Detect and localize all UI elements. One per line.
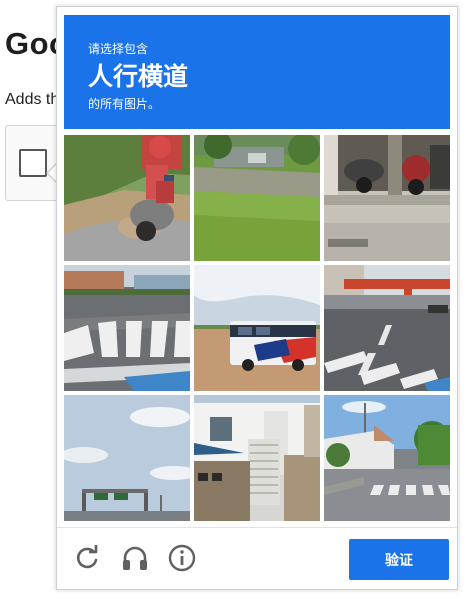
headphones-icon[interactable]	[120, 543, 150, 573]
instruction-line1: 请选择包含	[88, 42, 149, 56]
image-tile-8[interactable]	[194, 395, 320, 521]
image-tile-3[interactable]	[324, 135, 450, 261]
footer-divider	[57, 527, 457, 528]
image-tile-7[interactable]	[64, 395, 190, 521]
reload-icon[interactable]	[72, 543, 102, 573]
tile-6-image	[324, 265, 450, 391]
tile-3-image	[324, 135, 450, 261]
image-tile-2[interactable]	[194, 135, 320, 261]
tile-5-image	[194, 265, 320, 391]
challenge-banner: 请选择包含 人行横道 的所有图片。	[64, 15, 450, 129]
instruction-line3: 的所有图片。	[88, 97, 161, 111]
verify-button[interactable]: 验证	[349, 539, 449, 580]
tile-8-image	[194, 395, 320, 521]
page-description: Adds th	[5, 91, 60, 108]
tile-9-image	[324, 395, 450, 521]
image-tile-6[interactable]	[324, 265, 450, 391]
info-icon[interactable]	[167, 543, 197, 573]
tile-2-image	[194, 135, 320, 261]
image-tile-1[interactable]	[64, 135, 190, 261]
image-tile-9[interactable]	[324, 395, 450, 521]
tile-7-image	[64, 395, 190, 521]
image-tile-5[interactable]	[194, 265, 320, 391]
challenge-popup: 请选择包含 人行横道 的所有图片。 验证	[56, 6, 458, 590]
target-object: 人行横道	[88, 62, 189, 91]
image-grid	[64, 135, 452, 523]
tile-4-image	[64, 265, 190, 391]
tile-1-image	[64, 135, 190, 261]
recaptcha-checkbox[interactable]	[19, 149, 47, 177]
image-tile-4[interactable]	[64, 265, 190, 391]
